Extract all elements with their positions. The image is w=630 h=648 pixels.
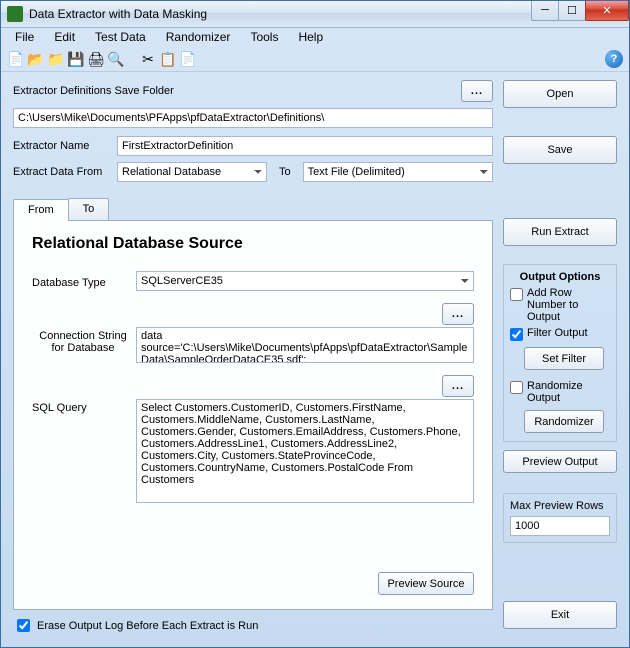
close-button[interactable]: ✕ [585,1,629,21]
output-options-title: Output Options [510,271,610,283]
extract-from-label: Extract Data From [13,166,109,178]
app-window: Data Extractor with Data Masking ─ ☐ ✕ F… [0,0,630,648]
print-icon[interactable]: 🖨 [87,50,105,68]
max-preview-input[interactable] [510,516,610,536]
max-preview-group: Max Preview Rows [503,493,617,543]
app-icon [7,6,23,22]
toolbar: 📄 📂 📁 💾 🖨 🔍 ✂ 📋 📄 ? [1,47,629,72]
new-icon[interactable]: 📄 [7,50,25,68]
save-folder-input[interactable] [13,108,493,128]
extract-to-label: To [275,166,295,178]
folder-icon[interactable]: 📁 [47,50,65,68]
cut-icon[interactable]: ✂ [139,50,157,68]
open-icon[interactable]: 📂 [27,50,45,68]
filter-output-checkbox[interactable] [510,328,523,341]
connection-label: Connection Stringfor Database [32,327,134,354]
open-button[interactable]: Open [503,80,617,108]
preview-source-button[interactable]: Preview Source [378,572,474,595]
preview-icon[interactable]: 🔍 [107,50,125,68]
browse-sql-button[interactable]: ... [442,375,474,397]
help-icon[interactable]: ? [605,50,623,68]
set-filter-button[interactable]: Set Filter [524,347,604,370]
panel-title: Relational Database Source [32,235,474,253]
extractor-name-input[interactable] [117,136,493,156]
menubar: File Edit Test Data Randomizer Tools Hel… [1,28,629,47]
browse-folder-button[interactable]: ... [461,80,493,102]
db-type-select[interactable]: SQLServerCE35 [136,271,474,291]
menu-edit[interactable]: Edit [46,28,83,46]
add-row-number-label: Add Row Number to Output [527,287,610,323]
max-preview-label: Max Preview Rows [510,500,610,512]
menu-file[interactable]: File [7,28,42,46]
save-folder-label: Extractor Definitions Save Folder [13,85,174,97]
sql-query-label: SQL Query [32,399,134,414]
menu-randomizer[interactable]: Randomizer [158,28,239,46]
preview-output-button[interactable]: Preview Output [503,450,617,473]
menu-test-data[interactable]: Test Data [87,28,154,46]
copy-icon[interactable]: 📋 [159,50,177,68]
titlebar: Data Extractor with Data Masking ─ ☐ ✕ [1,1,629,28]
db-type-label: Database Type [32,274,134,289]
paste-icon[interactable]: 📄 [179,50,197,68]
add-row-number-checkbox[interactable] [510,288,523,301]
tab-to[interactable]: To [68,198,110,220]
erase-log-label: Erase Output Log Before Each Extract is … [37,620,258,632]
output-options-group: Output Options Add Row Number to Output … [503,264,617,442]
connection-string-input[interactable]: data source='C:\Users\Mike\Documents\pfA… [136,327,474,363]
filter-output-label: Filter Output [527,327,588,339]
menu-tools[interactable]: Tools [242,28,286,46]
tab-panel-from: Relational Database Source Database Type… [13,220,493,610]
window-title: Data Extractor with Data Masking [29,7,532,21]
erase-log-checkbox[interactable] [17,619,30,632]
run-extract-button[interactable]: Run Extract [503,218,617,246]
maximize-button[interactable]: ☐ [558,1,586,21]
menu-help[interactable]: Help [290,28,331,46]
exit-button[interactable]: Exit [503,601,617,629]
randomize-output-label: Randomize Output [527,380,610,404]
sql-query-input[interactable]: Select Customers.CustomerID, Customers.F… [136,399,474,503]
randomize-output-checkbox[interactable] [510,381,523,394]
save-button[interactable]: Save [503,136,617,164]
save-icon[interactable]: 💾 [67,50,85,68]
extract-to-select[interactable]: Text File (Delimited) [303,162,493,182]
extract-from-select[interactable]: Relational Database [117,162,267,182]
randomizer-button[interactable]: Randomizer [524,410,604,433]
browse-connection-button[interactable]: ... [442,303,474,325]
tab-from[interactable]: From [13,199,69,221]
extractor-name-label: Extractor Name [13,140,109,152]
minimize-button[interactable]: ─ [531,1,559,21]
